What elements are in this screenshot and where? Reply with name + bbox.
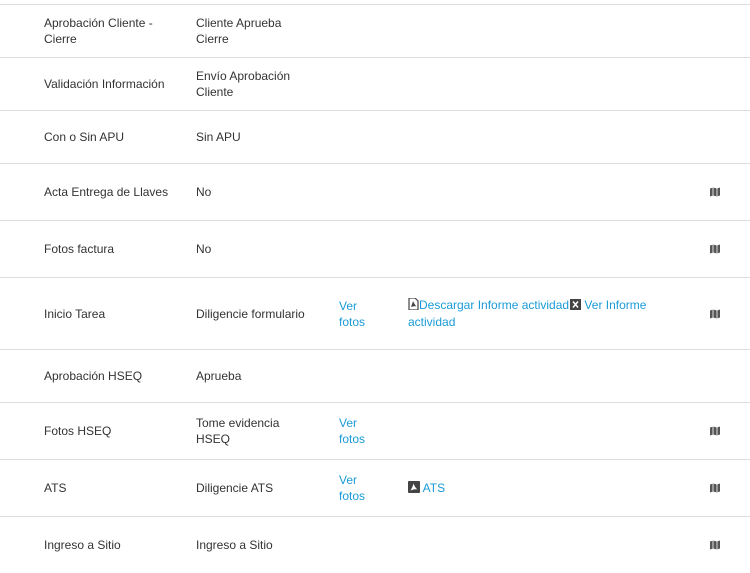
map-cell <box>708 221 722 277</box>
row-value-text: Diligencie ATS <box>196 481 274 495</box>
table-row: Aprobación Cliente - Cierre Cliente Apru… <box>0 5 750 58</box>
table-row: Aprobación HSEQ Aprueba <box>0 350 750 403</box>
excel-icon <box>570 298 582 314</box>
pdf-file-icon <box>408 297 419 314</box>
row-label: Validación Información <box>44 58 184 110</box>
table-row: Validación Información Envío Aprobación … <box>0 58 750 111</box>
view-photos-link[interactable]: Ver fotos <box>339 415 365 447</box>
view-photos-link[interactable]: Ver fotos <box>339 298 365 330</box>
report-links: Descargar Informe actividad Ver Informe … <box>408 297 646 330</box>
row-label: Fotos factura <box>44 221 184 277</box>
row-label-text: Aprobación Cliente - Cierre <box>44 16 153 46</box>
row-label: Fotos HSEQ <box>44 403 184 459</box>
row-value: No <box>196 221 326 277</box>
row-value-text: Tome evidencia HSEQ <box>196 416 280 446</box>
row-label-text: Acta Entrega de Llaves <box>44 185 169 199</box>
row-label: ATS <box>44 460 184 516</box>
table-row: Con o Sin APU Sin APU <box>0 111 750 164</box>
map-icon[interactable] <box>710 483 720 493</box>
table-row: Ingreso a Sitio Ingreso a Sitio <box>0 517 750 573</box>
photos-cell: Ver fotos <box>339 460 399 516</box>
table-row: Acta Entrega de Llaves No <box>0 164 750 221</box>
row-value: Tome evidencia HSEQ <box>196 403 326 459</box>
ats-links: ATS <box>408 480 445 497</box>
row-label-text: ATS <box>44 481 67 495</box>
map-cell <box>708 164 722 220</box>
row-value-text: Envío Aprobación Cliente <box>196 69 291 99</box>
map-cell <box>708 278 722 349</box>
row-label-text: Inicio Tarea <box>44 306 106 321</box>
row-label-text: Ingreso a Sitio <box>44 538 121 552</box>
photos-cell: Ver fotos <box>339 278 399 349</box>
row-value: Cliente Aprueba Cierre <box>196 5 326 57</box>
photos-cell: Ver fotos <box>339 403 399 459</box>
table-row: Fotos factura No <box>0 221 750 278</box>
row-value-text: No <box>196 185 212 199</box>
row-label: Aprobación HSEQ <box>44 350 184 402</box>
view-photos-link[interactable]: Ver fotos <box>339 472 365 504</box>
row-value: Ingreso a Sitio <box>196 517 326 573</box>
row-value-text: No <box>196 242 212 256</box>
row-label-text: Validación Información <box>44 77 165 91</box>
map-icon[interactable] <box>710 244 720 254</box>
row-label: Inicio Tarea <box>44 278 184 349</box>
row-label-text: Con o Sin APU <box>44 130 125 144</box>
map-icon[interactable] <box>710 540 720 550</box>
row-label: Aprobación Cliente - Cierre <box>44 5 184 57</box>
row-value: No <box>196 164 326 220</box>
row-value: Diligencie formulario <box>196 278 326 349</box>
ats-link[interactable]: ATS <box>423 481 445 495</box>
map-cell <box>708 403 722 459</box>
pdf-icon <box>408 480 420 497</box>
row-value: Diligencie ATS <box>196 460 326 516</box>
table-row: ATS Diligencie ATS Ver fotos ATS <box>0 460 750 517</box>
map-cell <box>708 460 722 516</box>
map-icon[interactable] <box>710 309 720 319</box>
report-cell: Descargar Informe actividad Ver Informe … <box>408 278 688 349</box>
map-cell <box>708 517 722 573</box>
row-label-text: Fotos factura <box>44 242 115 256</box>
row-value-text: Diligencie formulario <box>196 306 305 321</box>
table-row: Inicio Tarea Diligencie formulario Ver f… <box>0 278 750 350</box>
row-value-text: Aprueba <box>196 369 242 383</box>
download-report-link[interactable]: Descargar Informe actividad <box>419 298 569 312</box>
map-icon[interactable] <box>710 187 720 197</box>
row-value: Aprueba <box>196 350 326 402</box>
map-icon[interactable] <box>710 426 720 436</box>
row-value-text: Cliente Aprueba Cierre <box>196 16 282 46</box>
row-label-text: Fotos HSEQ <box>44 424 112 438</box>
row-label-text: Aprobación HSEQ <box>44 369 143 383</box>
row-label: Acta Entrega de Llaves <box>44 164 184 220</box>
row-label: Con o Sin APU <box>44 111 184 163</box>
ats-cell: ATS <box>408 460 688 516</box>
row-label: Ingreso a Sitio <box>44 517 184 573</box>
row-value: Envío Aprobación Cliente <box>196 58 326 110</box>
row-value-text: Sin APU <box>196 130 241 144</box>
row-value-text: Ingreso a Sitio <box>196 538 273 552</box>
table-row: Fotos HSEQ Tome evidencia HSEQ Ver fotos <box>0 403 750 460</box>
row-value: Sin APU <box>196 111 326 163</box>
